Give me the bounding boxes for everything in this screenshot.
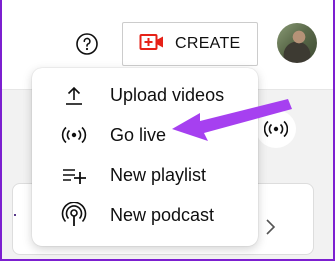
avatar[interactable] <box>277 23 317 63</box>
live-broadcast-icon <box>60 121 88 149</box>
menu-label-go-live: Go live <box>110 124 167 145</box>
menu-label-new-podcast: New podcast <box>110 204 215 225</box>
playlist-add-icon <box>60 161 88 189</box>
chevron-right-icon[interactable] <box>262 218 278 236</box>
menu-label-new-playlist: New playlist <box>110 164 207 185</box>
podcast-icon <box>60 201 88 229</box>
create-label: CREATE <box>175 35 241 52</box>
create-button[interactable]: CREATE <box>122 22 258 66</box>
menu-item-new-podcast[interactable]: New podcast <box>32 196 258 234</box>
help-icon[interactable] <box>75 32 99 56</box>
upload-icon <box>60 81 88 109</box>
menu-item-new-playlist[interactable]: New playlist <box>32 156 258 194</box>
video-add-icon <box>139 32 165 57</box>
annotation-arrow-icon <box>172 99 292 141</box>
card-marker <box>14 214 16 216</box>
